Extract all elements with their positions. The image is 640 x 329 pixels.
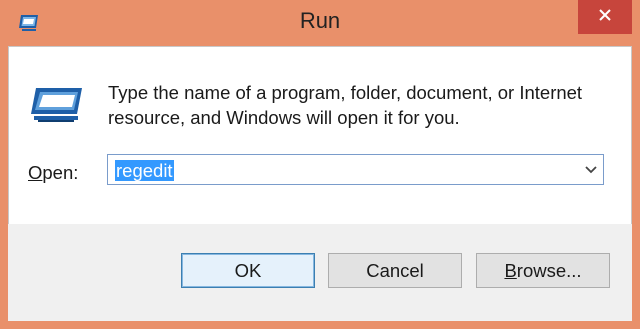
browse-button[interactable]: Browse... [476,253,610,288]
chevron-down-icon[interactable] [583,162,599,178]
dialog-description: Type the name of a program, folder, docu… [108,82,583,128]
close-icon [598,8,612,27]
open-label-accesskey: O [28,162,43,183]
open-label: Open: [28,162,78,184]
cancel-button[interactable]: Cancel [328,253,462,288]
dialog-body: Type the name of a program, folder, docu… [8,46,632,321]
title-bar[interactable]: Run [0,0,640,46]
open-combobox[interactable]: regedit [107,154,604,185]
browse-accesskey: B [504,259,517,281]
open-label-text: pen: [42,162,79,183]
close-button[interactable] [578,0,632,34]
open-input[interactable]: regedit [115,160,174,181]
browse-label: rowse... [516,259,582,281]
ok-button[interactable]: OK [181,253,315,288]
run-icon [28,84,84,124]
window-title: Run [299,8,341,33]
